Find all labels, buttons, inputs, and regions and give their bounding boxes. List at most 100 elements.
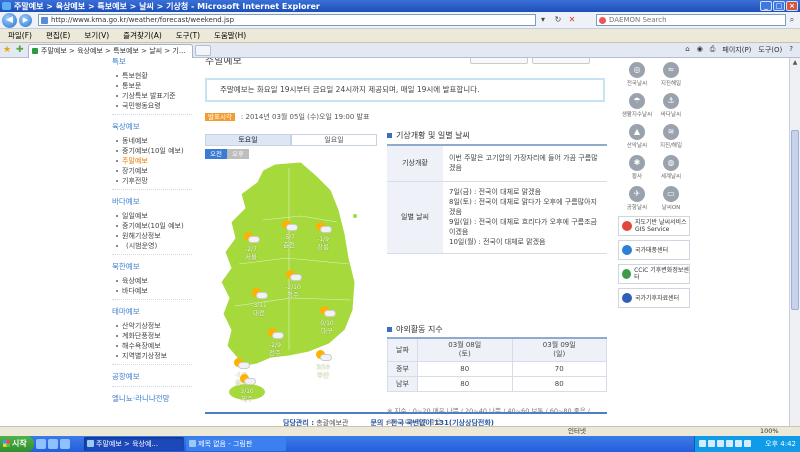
nav-item[interactable]: 통보문 <box>112 81 192 91</box>
nav-section-elnino[interactable]: 엘니뇨·라니냐전망 <box>112 393 192 404</box>
city-daegu[interactable]: 0/10 대구 <box>313 306 341 335</box>
search-input[interactable]: DAEMON Search <box>596 14 786 26</box>
nav-item[interactable]: 산악기상정보 <box>112 321 192 331</box>
scroll-thumb[interactable] <box>791 130 799 310</box>
page-menu[interactable]: 페이지(P) <box>721 45 752 55</box>
maximize-button[interactable]: □ <box>773 1 785 11</box>
quick-link[interactable]: ◎ 전국날씨 <box>620 62 654 87</box>
clock[interactable]: 오후 4:42 <box>765 436 796 452</box>
nav-item[interactable]: 계화단풍정보 <box>112 331 192 341</box>
city-gangneung[interactable]: -1/9 강릉 <box>309 222 337 251</box>
stop-icon[interactable]: ✕ <box>566 14 578 26</box>
quicklaunch-icon[interactable] <box>36 439 46 449</box>
new-tab-button[interactable] <box>195 45 211 56</box>
help-icon[interactable]: ? <box>788 45 794 55</box>
start-button[interactable]: 시작 <box>0 436 34 452</box>
nav-item[interactable]: 장기예보 <box>112 166 192 176</box>
nav-item[interactable]: 중기예보(10일 예보) <box>112 221 192 231</box>
banner-gis[interactable]: 지도기반 날씨서비스 GIS Service <box>618 216 690 236</box>
quicklaunch-icon[interactable] <box>60 439 70 449</box>
toggle-am[interactable]: 오전 <box>205 149 227 159</box>
nav-item[interactable]: 기후전망 <box>112 176 192 186</box>
util-button[interactable] <box>470 58 528 64</box>
city-seoul[interactable]: -2/7 서울 <box>237 232 265 261</box>
browser-tab[interactable]: 주말예보 > 육상예보 > 특보예보 > 날씨 > 기... <box>28 44 193 58</box>
nav-section-land[interactable]: 육상예보 <box>112 121 192 132</box>
forward-arrow-icon[interactable]: ▶ <box>19 14 32 27</box>
nav-item[interactable]: 원해기상정보 <box>112 231 192 241</box>
city-jeju[interactable]: 3/10 제주 <box>233 374 261 403</box>
url-input[interactable]: http://www.kma.go.kr/weather/forecast/we… <box>38 14 536 26</box>
tray-icon[interactable] <box>744 440 751 447</box>
zoom-level[interactable]: 100% <box>760 427 779 436</box>
nav-section-airport[interactable]: 공항예보 <box>112 371 192 382</box>
nav-item-sub[interactable]: (시범운영) <box>112 241 192 251</box>
city-daejeon[interactable]: -3/11 대전 <box>245 288 273 317</box>
banner-climate[interactable]: CCiC 기후변화정보센터 <box>618 264 690 284</box>
quick-link[interactable]: ≈ 지진해일 <box>654 62 688 87</box>
nav-item[interactable]: 바다예보 <box>112 286 192 296</box>
nav-section-sea[interactable]: 바다예보 <box>112 196 192 207</box>
banner-typhoon[interactable]: 국가태풍센터 <box>618 240 690 260</box>
quick-link[interactable]: ✱ 황사 <box>620 155 654 180</box>
nav-item[interactable]: 일일예보 <box>112 211 192 221</box>
refresh-icon[interactable]: ↻ <box>552 14 564 26</box>
nav-item[interactable]: 지역별기상정보 <box>112 351 192 361</box>
city-busan[interactable]: 3/10 부산 <box>309 350 337 379</box>
menu-tools[interactable]: 도구(T) <box>176 30 200 41</box>
minimize-button[interactable]: _ <box>760 1 772 11</box>
quick-link[interactable]: ▭ 날씨ON <box>654 186 688 211</box>
nav-item[interactable]: 기상특보 발표기준 <box>112 91 192 101</box>
nav-item-weekend[interactable]: 주말예보 <box>112 156 192 166</box>
quick-link[interactable]: ⚓ 바다날씨 <box>654 93 688 118</box>
favorites-star-icon[interactable]: ★ <box>3 45 11 55</box>
print-icon[interactable]: ⎙ <box>709 45 717 55</box>
tab-sunday[interactable]: 일요일 <box>291 134 377 146</box>
city-chuncheon[interactable]: -5/7 춘천 <box>275 220 303 249</box>
vertical-scrollbar[interactable]: ▲ ▼ <box>789 58 800 436</box>
tab-saturday[interactable]: 토요일 <box>205 134 291 146</box>
search-icon[interactable]: ⌕ <box>786 14 798 26</box>
nav-item[interactable]: 특보현황 <box>112 71 192 81</box>
toggle-pm[interactable]: 오후 <box>226 149 249 159</box>
nav-item[interactable]: 육상예보 <box>112 276 192 286</box>
nav-item[interactable]: 동네예보 <box>112 136 192 146</box>
tray-icon[interactable] <box>708 440 715 447</box>
nav-section-warning[interactable]: 특보 <box>112 58 192 67</box>
nav-item[interactable]: 국민행동요령 <box>112 101 192 111</box>
menu-favorites[interactable]: 즐겨찾기(A) <box>123 30 162 41</box>
home-icon[interactable]: ⌂ <box>684 45 690 55</box>
city-jeonju[interactable]: -2/9 전주 <box>261 328 289 357</box>
back-arrow-icon[interactable]: ◀ <box>2 13 17 28</box>
quick-link[interactable]: ✈ 공항날씨 <box>620 186 654 211</box>
tray-icon[interactable] <box>717 440 724 447</box>
quick-link[interactable]: ≋ 지진/해일 <box>654 124 688 149</box>
taskbar-button-ie[interactable]: 주말예보 > 육상예... <box>84 437 184 451</box>
quicklaunch-icon[interactable] <box>48 439 58 449</box>
nav-item[interactable]: 해수욕장예보 <box>112 341 192 351</box>
quick-link[interactable]: ▲ 산악날씨 <box>620 124 654 149</box>
tray-icon[interactable] <box>726 440 733 447</box>
util-button[interactable] <box>532 58 590 64</box>
quick-link[interactable]: ☂ 생활지수날씨 <box>620 93 654 118</box>
close-button[interactable]: × <box>786 1 798 11</box>
dropdown-arrow-icon[interactable]: ▾ <box>537 14 549 26</box>
nav-item[interactable]: 중기예보(10일 예보) <box>112 146 192 156</box>
menu-help[interactable]: 도움말(H) <box>214 30 246 41</box>
city-cheongju[interactable]: -2/10 청주 <box>279 270 307 299</box>
scroll-up-icon[interactable]: ▲ <box>791 59 799 68</box>
menu-file[interactable]: 파일(F) <box>8 30 32 41</box>
tools-menu[interactable]: 도구(O) <box>757 45 783 55</box>
nav-section-northkorea[interactable]: 북한예보 <box>112 261 192 272</box>
add-favorites-icon[interactable]: ✚ <box>16 45 24 55</box>
menu-view[interactable]: 보기(V) <box>84 30 109 41</box>
quick-link[interactable]: ◍ 세계날씨 <box>654 155 688 180</box>
dust-icon: ✱ <box>629 155 645 171</box>
banner-climate-data[interactable]: 국가기후자료센터 <box>618 288 690 308</box>
tray-icon[interactable] <box>699 440 706 447</box>
feeds-icon[interactable]: ◉ <box>696 45 704 55</box>
menu-edit[interactable]: 편집(E) <box>46 30 70 41</box>
taskbar-button-paint[interactable]: 제목 없음 - 그림판 <box>186 437 286 451</box>
tray-icon[interactable] <box>735 440 742 447</box>
nav-section-theme[interactable]: 테마예보 <box>112 306 192 317</box>
